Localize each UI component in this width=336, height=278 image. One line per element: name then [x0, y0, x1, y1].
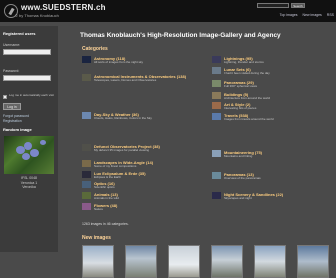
- rss-link[interactable]: RSS: [327, 13, 334, 17]
- password-label: Password:: [3, 69, 20, 73]
- category-item[interactable]: Lunar Sets (6) I had it been visited dur…: [212, 67, 324, 77]
- category-description: Architecture from around the world: [224, 96, 271, 100]
- top-images-link[interactable]: Top images: [280, 13, 298, 17]
- category-description: Animals in the wild: [94, 196, 119, 200]
- category-description: Some of my finest compositions: [94, 164, 137, 168]
- new-image-thumbnail[interactable]: [82, 245, 114, 278]
- search-button[interactable]: Search: [291, 3, 305, 8]
- new-image-thumbnail[interactable]: [254, 245, 286, 278]
- category-item[interactable]: Panoramas (13) Overview of the panoramas: [212, 172, 324, 182]
- category-thumbnail[interactable]: [82, 160, 91, 167]
- category-thumbnail[interactable]: [212, 56, 221, 63]
- category-item[interactable]: Flowers (48) Nature: [82, 203, 194, 213]
- logo-subtitle: © by Thomas Knoblauch: [15, 13, 59, 18]
- new-image-thumbnail[interactable]: [168, 245, 200, 278]
- category-description: My defunct 35 images for parallel viewin…: [94, 148, 150, 152]
- flower-petal: [40, 140, 46, 145]
- flower-petal: [24, 142, 32, 150]
- category-description: Skyscapes and night: [224, 196, 252, 200]
- new-images-link[interactable]: New images: [303, 13, 322, 17]
- category-thumbnail[interactable]: [82, 56, 91, 63]
- category-thumbnail[interactable]: [82, 112, 91, 119]
- category-thumbnail[interactable]: [212, 172, 221, 179]
- username-label: Username:: [3, 43, 21, 47]
- category-description: All sorts of images from the night sky: [94, 60, 144, 64]
- sidebar: Registered users Username: Password: Log…: [0, 26, 58, 252]
- category-thumbnail[interactable]: [212, 150, 221, 157]
- category-thumbnail[interactable]: [212, 102, 221, 109]
- category-thumbnail[interactable]: [212, 80, 221, 87]
- category-item[interactable]: Astronomical Instruments & Observatories…: [82, 74, 194, 84]
- new-images-title: New images: [82, 235, 111, 241]
- category-description: I had it been visited during the day: [224, 71, 270, 75]
- page-title: Thomas Knoblauch's High-Resolution Image…: [80, 32, 281, 39]
- flower-petal: [30, 149, 39, 157]
- new-image-thumbnail[interactable]: [211, 245, 243, 278]
- category-item[interactable]: Astronomy (118) All sorts of images from…: [82, 56, 194, 66]
- category-thumbnail[interactable]: [82, 74, 91, 81]
- category-thumbnail[interactable]: [82, 144, 91, 151]
- registered-users-title: Registered users: [3, 31, 36, 36]
- category-item[interactable]: Lux Eclipsalum & Erde (35) Eclipses & th…: [82, 171, 194, 181]
- category-item[interactable]: Lightnings (95) Lightning, thunder and s…: [212, 56, 324, 66]
- category-description: Scientific optics: [94, 185, 115, 189]
- category-item[interactable]: Travels (538) Images from travels around…: [212, 113, 324, 123]
- category-description: Mountains and hiking: [224, 154, 253, 158]
- category-item[interactable]: Day-Sky & Weather (36) Clouds, Halos, Ra…: [82, 112, 194, 122]
- random-image-photo[interactable]: [4, 136, 54, 174]
- category-description: Images from travels around the world: [224, 117, 274, 121]
- random-caption-sub: Veronika: [22, 185, 36, 189]
- top-links: Top images New images RSS: [250, 13, 334, 17]
- category-description: Telescopes, Lasers, Domes and Observator…: [94, 78, 157, 82]
- category-description: Nature: [94, 207, 104, 211]
- registration-link[interactable]: Registration: [3, 119, 22, 123]
- random-image-caption: IFSL 0048 Veronica 1 Veronika: [4, 176, 54, 190]
- categories-title: Categories: [82, 46, 108, 52]
- category-description: Lightning, thunder and storms: [224, 60, 264, 64]
- new-image-thumbnail[interactable]: [297, 245, 329, 278]
- category-item[interactable]: Art & Style (2) Interesting bits of piec…: [212, 102, 324, 112]
- main-content: Thomas Knoblauch's High-Resolution Image…: [80, 26, 334, 278]
- login-button[interactable]: Log in: [3, 103, 21, 110]
- password-field[interactable]: [3, 75, 51, 81]
- category-thumbnail[interactable]: [82, 203, 91, 210]
- category-item[interactable]: Mountaineering (75) Mountains and hiking: [212, 150, 324, 160]
- category-item[interactable]: Panoramas (29) Full 360° spherical views: [212, 80, 324, 90]
- category-thumbnail[interactable]: [212, 192, 221, 199]
- site-header: www.SUEDSTERN.ch © by Thomas Knoblauch S…: [0, 0, 336, 22]
- logo-title: www.SUEDSTERN.ch: [21, 3, 106, 12]
- flower-petal: [22, 153, 30, 160]
- username-field[interactable]: [3, 49, 51, 55]
- new-image-thumbnail[interactable]: [125, 245, 157, 278]
- search-input[interactable]: [257, 3, 289, 8]
- images-count: 1263 images in 46 categories.: [82, 222, 129, 226]
- category-description: Full 360° spherical views: [224, 84, 258, 88]
- category-thumbnail[interactable]: [212, 67, 221, 74]
- category-description: Eclipses & the Earth: [94, 175, 122, 179]
- category-thumbnail[interactable]: [212, 113, 221, 120]
- category-item[interactable]: Defunct Observatories Project (38) My de…: [82, 144, 194, 154]
- random-image-title: Random image: [3, 127, 32, 132]
- remember-me-label: Log me in automatically each visit: [9, 93, 54, 97]
- category-description: Clouds, Halos, Rainbows, Colors in the S…: [94, 116, 152, 120]
- remember-me-checkbox[interactable]: [3, 95, 7, 99]
- category-item[interactable]: Night Scenery & Sandlines (22) Skyscapes…: [212, 192, 324, 202]
- category-thumbnail[interactable]: [82, 181, 91, 188]
- site-logo[interactable]: www.SUEDSTERN.ch © by Thomas Knoblauch: [4, 3, 114, 19]
- category-item[interactable]: Landscapes in Wide-Angle (14) Some of my…: [82, 160, 194, 170]
- category-item[interactable]: Optics (16) Scientific optics: [82, 181, 194, 191]
- category-item[interactable]: Animals (13) Animals in the wild: [82, 192, 194, 202]
- category-item[interactable]: Buildings (5) Architecture from around t…: [212, 92, 324, 102]
- category-thumbnail[interactable]: [82, 171, 91, 178]
- category-thumbnail[interactable]: [82, 192, 91, 199]
- category-description: Interesting bits of pieces: [224, 106, 257, 110]
- category-description: Overview of the panoramas: [224, 176, 261, 180]
- forgot-password-link[interactable]: Forgot password: [3, 114, 29, 118]
- category-thumbnail[interactable]: [212, 92, 221, 99]
